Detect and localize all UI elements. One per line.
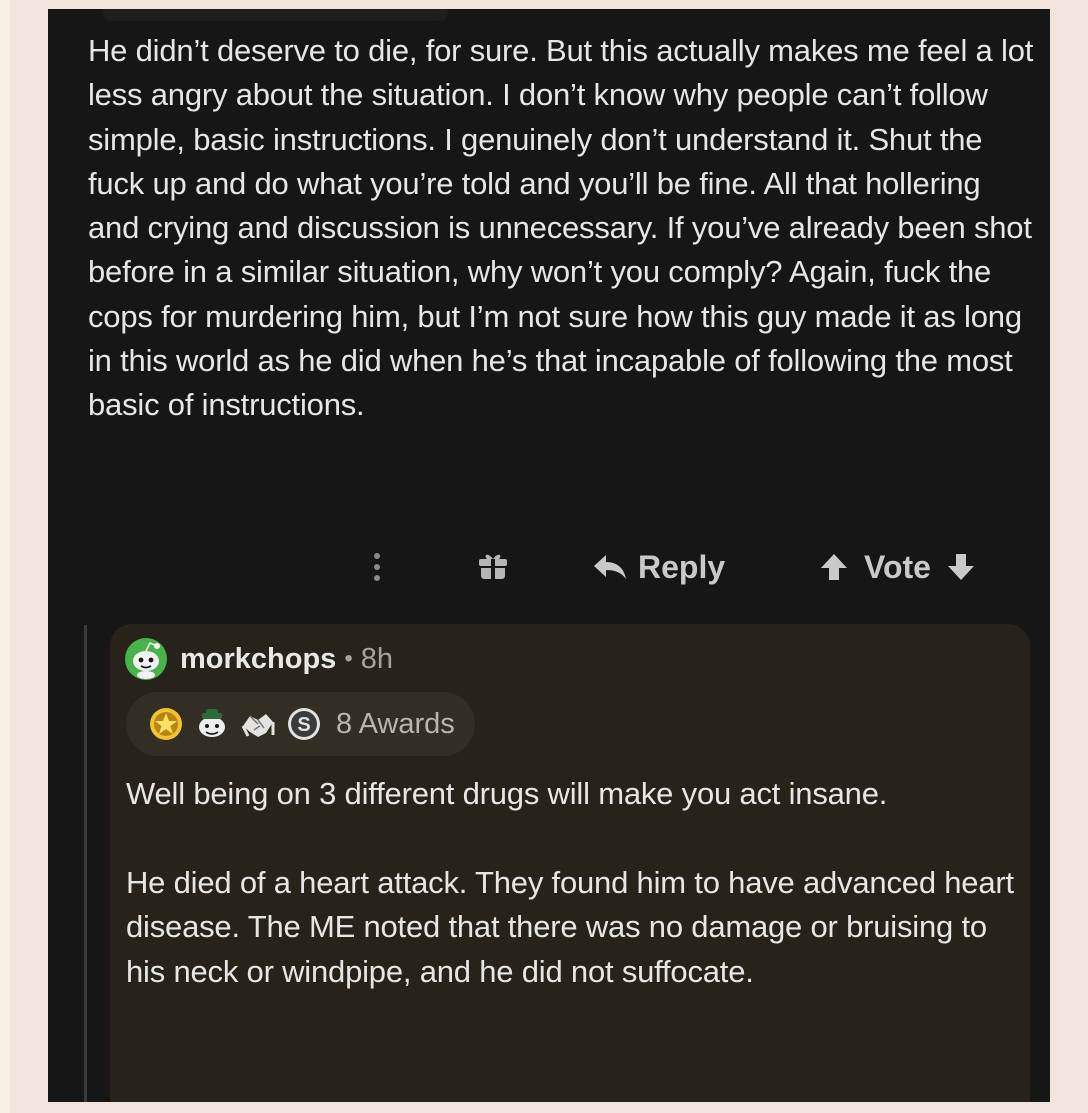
app-screenshot: He didn’t deserve to die, for sure. But … — [48, 9, 1050, 1102]
reply-age: 8h — [360, 642, 393, 675]
reply-paragraph: He died of a heart attack. They found hi… — [126, 864, 1014, 989]
reply-paragraph: Well being on 3 different drugs will mak… — [126, 776, 888, 811]
reply-arrow-icon — [594, 555, 626, 579]
previous-element-stub — [103, 9, 448, 21]
vote-group: Vote — [818, 544, 977, 590]
page-left-edge — [0, 0, 10, 1113]
meta-separator: • — [344, 645, 353, 672]
reply-username[interactable]: morkchops — [180, 643, 336, 676]
wholesome-award-icon — [199, 709, 225, 737]
reply-author-row: morkchops • 8h — [124, 638, 393, 680]
comment-action-bar: Reply Vote — [48, 539, 1050, 595]
star-award-icon — [150, 708, 182, 740]
handshake-award-icon — [241, 714, 275, 737]
reply-comment-card: morkchops • 8h S 8 Awards Well being on … — [110, 624, 1030, 1102]
snoo-avatar-icon[interactable] — [124, 637, 168, 681]
silver-award-icon: S — [288, 708, 320, 740]
parent-comment-body: He didn’t deserve to die, for sure. But … — [88, 33, 1034, 423]
reply-label: Reply — [638, 548, 726, 585]
more-options-icon[interactable] — [366, 551, 388, 583]
give-award-icon[interactable] — [478, 552, 508, 582]
reply-button[interactable]: Reply — [592, 544, 725, 590]
awards-count: 8 Awards — [336, 707, 455, 740]
reply-comment-body: Well being on 3 different drugs will mak… — [126, 772, 1026, 1038]
awards-pill[interactable]: S 8 Awards — [126, 692, 475, 756]
vote-label: Vote — [864, 548, 931, 585]
downvote-arrow-icon[interactable] — [945, 551, 977, 583]
upvote-arrow-icon[interactable] — [818, 551, 850, 583]
thread-line[interactable] — [84, 625, 87, 1102]
svg-text:S: S — [297, 714, 310, 736]
